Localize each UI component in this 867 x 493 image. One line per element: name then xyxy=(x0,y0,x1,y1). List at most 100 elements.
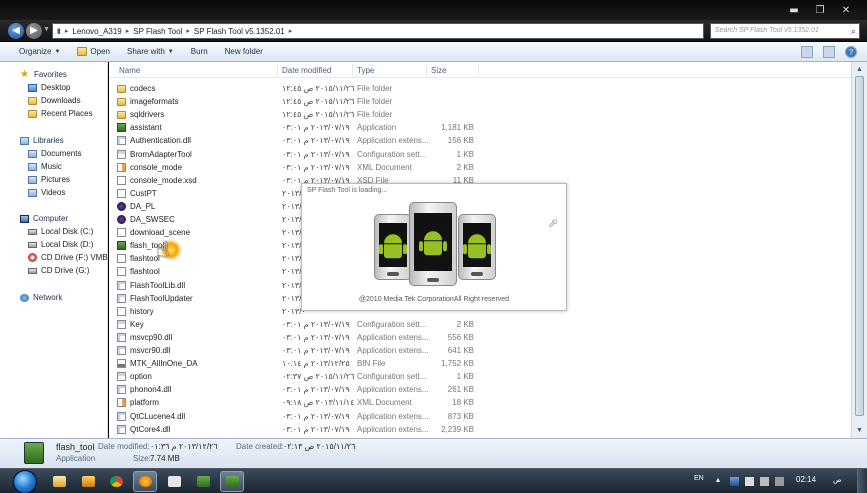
file-row[interactable]: assistant ٢٠١٣/٠٧/١٩ م ٠٣:٠١ Application 1,… xyxy=(109,121,851,134)
nav-music[interactable]: Music xyxy=(0,160,108,173)
file-name: download_scene xyxy=(130,228,191,238)
file-type: Configuration sett... xyxy=(357,149,427,159)
breadcrumb-item[interactable]: Lenovo_A319 xyxy=(72,27,121,36)
nav-videos[interactable]: Videos xyxy=(0,186,108,199)
file-name-cell: download_scene xyxy=(117,228,191,238)
recent-pages-dropdown[interactable]: ▼ xyxy=(43,26,50,33)
nav-cd-drive-g[interactable]: CD Drive (G:) xyxy=(0,264,108,277)
show-hidden-icons-icon[interactable]: ▴ xyxy=(716,475,725,484)
minimize-button[interactable]: ▬ xyxy=(787,5,801,17)
language-indicator[interactable]: EN xyxy=(694,475,704,482)
address-bar[interactable]: ▮ ▸ Lenovo_A319 ▸ SP Flash Tool ▸ SP Fla… xyxy=(52,23,704,39)
taskbar-flash-tool[interactable] xyxy=(191,471,215,492)
maximize-button[interactable]: ❐ xyxy=(813,5,827,17)
taskbar-firefox[interactable] xyxy=(133,471,157,492)
title-bar: ▬ ❐ ✕ xyxy=(0,0,867,20)
scroll-up-arrow[interactable]: ▲ xyxy=(854,64,865,75)
file-row[interactable]: Key ٢٠١٣/٠٧/١٩ م ٠٣:٠١ Configuration sett.… xyxy=(109,318,851,331)
file-row[interactable]: msvcr90.dll ٢٠١٣/٠٧/١٩ م ٠٣:٠١ Application… xyxy=(109,344,851,357)
nav-local-disk-c[interactable]: Local Disk (C:) xyxy=(0,225,108,238)
file-row[interactable]: sqldrivers ٢٠١٥/١١/٢٦ ص ١٢:٤٥ File folder xyxy=(109,108,851,121)
file-row[interactable]: QtCLucene4.dll ٢٠١٣/٠٧/١٩ م ٠٣:٠١ Applicat… xyxy=(109,410,851,423)
file-date: ٢٠١٣/٠٧/١٩ م ٠٣:٠١ xyxy=(282,424,350,434)
file-row[interactable]: QtCore4.dll ٢٠١٣/٠٧/١٩ م ٠٣:٠١ Application… xyxy=(109,423,851,436)
file-row[interactable]: BromAdapterTool ٢٠١٣/٠٧/١٩ م ٠٣:٠١ Configu… xyxy=(109,148,851,161)
share-with-button[interactable]: Share with ▼ xyxy=(127,47,174,56)
nav-libraries[interactable]: Libraries xyxy=(0,134,108,147)
forward-button[interactable]: ▶ xyxy=(26,23,42,39)
show-desktop-button[interactable] xyxy=(857,469,867,493)
file-row[interactable]: imageformats ٢٠١٥/١١/٢٦ ص ١٢:٤٥ File folde… xyxy=(109,95,851,108)
nav-downloads[interactable]: Downloads xyxy=(0,94,108,107)
back-button[interactable]: ◀ xyxy=(8,23,24,39)
libraries-group: Libraries Documents Music Pictures Video… xyxy=(0,134,108,199)
chevron-right-icon: ▸ xyxy=(186,28,190,35)
file-icon xyxy=(117,267,126,277)
taskbar-media-player[interactable] xyxy=(76,471,100,492)
preview-pane-icon[interactable] xyxy=(823,46,835,58)
search-icon[interactable]: ⌕ xyxy=(851,24,856,38)
window-icon xyxy=(167,476,181,487)
file-row[interactable]: MTK_AllInOne_DA ٢٠١٣/١٢/٢٥ م ١٠:١٤ BIN Fil… xyxy=(109,357,851,370)
nav-recent-places[interactable]: Recent Places xyxy=(0,107,108,120)
breadcrumb-item[interactable]: SP Flash Tool xyxy=(133,27,182,36)
view-options-icon[interactable] xyxy=(801,46,813,58)
nav-label: Favorites xyxy=(34,70,67,79)
nav-label: Music xyxy=(41,162,62,171)
file-size: 1,752 KB xyxy=(441,359,474,369)
nav-computer[interactable]: Computer xyxy=(0,212,108,225)
file-row[interactable]: console_mode ٢٠١٣/٠٧/١٩ م ٠٣:٠١ XML Docume… xyxy=(109,161,851,174)
nav-label: Recent Places xyxy=(41,109,93,118)
volume-icon[interactable] xyxy=(760,477,769,486)
close-button[interactable]: ✕ xyxy=(839,5,853,17)
clock-ampm[interactable]: ص xyxy=(833,476,841,484)
file-type: Application extens... xyxy=(357,332,429,342)
file-row[interactable]: platform ٢٠١٣/١١/١٤ ص ٠٩:١٨ XML Document 18… xyxy=(109,396,851,409)
taskbar-explorer[interactable] xyxy=(47,471,71,492)
file-type: BIN File xyxy=(357,359,386,369)
file-row[interactable]: codecs ٢٠١٥/١١/٢٦ ص ١٢:٤٥ File folder xyxy=(109,82,851,95)
file-row[interactable]: phonon4.dll ٢٠١٣/٠٧/١٩ م ٠٣:٠١ Application… xyxy=(109,383,851,396)
drive-icon xyxy=(28,228,37,235)
column-header-date[interactable]: Date modified xyxy=(282,66,331,75)
nav-desktop[interactable]: Desktop xyxy=(0,81,108,94)
taskbar-app[interactable] xyxy=(162,471,186,492)
network-icon[interactable] xyxy=(745,477,754,486)
file-name: imageformats xyxy=(130,97,179,107)
power-icon[interactable] xyxy=(775,477,784,486)
nav-favorites[interactable]: ★ Favorites xyxy=(0,68,108,81)
file-name: console_mode.xsd xyxy=(130,175,197,185)
nav-network[interactable]: Network xyxy=(0,291,108,304)
clock-time[interactable]: 02:14 xyxy=(796,475,816,484)
vertical-scrollbar[interactable]: ▲ ▼ xyxy=(851,62,867,438)
start-button[interactable] xyxy=(13,470,37,493)
open-button[interactable]: Open xyxy=(77,47,110,56)
nav-documents[interactable]: Documents xyxy=(0,147,108,160)
file-row[interactable]: msvcp90.dll ٢٠١٣/٠٧/١٩ م ٠٣:٠١ Application… xyxy=(109,331,851,344)
taskbar-flash-tool-active[interactable] xyxy=(220,471,244,492)
organize-button[interactable]: Organize ▼ xyxy=(19,47,60,56)
file-name: sqldrivers xyxy=(130,110,165,120)
file-row[interactable]: Authentication.dll ٢٠١٣/٠٧/١٩ م ٠٣:٠١ Appl… xyxy=(109,134,851,147)
search-input[interactable]: Search SP Flash Tool v5.1352.01 ⌕ xyxy=(710,23,860,39)
breadcrumb-item[interactable]: SP Flash Tool v5.1352.01 xyxy=(194,27,285,36)
burn-button[interactable]: Burn xyxy=(191,47,208,56)
file-size: 18 KB xyxy=(452,398,474,408)
column-header-name[interactable]: Name xyxy=(119,66,140,75)
nav-local-disk-d[interactable]: Local Disk (D:) xyxy=(0,238,108,251)
column-header-type[interactable]: Type xyxy=(357,66,374,75)
taskbar-chrome[interactable] xyxy=(104,471,128,492)
column-header-size[interactable]: Size xyxy=(431,66,447,75)
scroll-thumb[interactable] xyxy=(855,76,864,416)
scroll-down-arrow[interactable]: ▼ xyxy=(854,425,865,436)
nav-pictures[interactable]: Pictures xyxy=(0,173,108,186)
file-row[interactable]: option ٢٠١٥/١١/٢٦ ص ٠٢:٣٧ Configuration se… xyxy=(109,370,851,383)
help-icon[interactable]: ? xyxy=(845,46,857,58)
file-name: phonon4.dll xyxy=(130,385,172,395)
file-type: File folder xyxy=(357,97,393,107)
nav-cd-drive-f[interactable]: CD Drive (F:) VMB Lite xyxy=(0,251,108,264)
file-size: 2,239 KB xyxy=(441,424,474,434)
file-name: assistant xyxy=(130,123,162,133)
flag-icon[interactable] xyxy=(730,477,739,486)
new-folder-button[interactable]: New folder xyxy=(225,47,263,56)
